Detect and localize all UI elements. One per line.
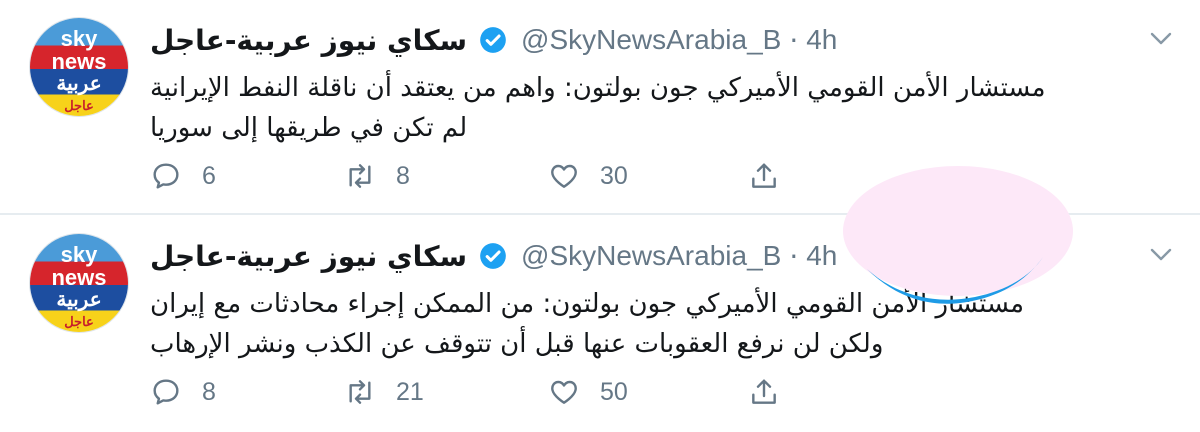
reply-bubble-icon (153, 379, 179, 405)
like-button[interactable]: 50 (548, 372, 628, 412)
chevron-down-icon[interactable] (1150, 246, 1172, 262)
separator: · (789, 23, 799, 57)
reply-bubble-icon (153, 163, 179, 189)
heart-icon (551, 164, 577, 188)
tweet-actions: 8 21 50 (150, 372, 850, 412)
timestamp[interactable]: 4h (806, 240, 837, 272)
timestamp[interactable]: 4h (806, 24, 837, 56)
user-handle[interactable]: @SkyNewsArabia_B (521, 240, 781, 272)
heart-icon (551, 380, 577, 404)
tweet-actions: 6 8 30 (150, 156, 850, 196)
avatar-text: عاجل (64, 98, 94, 113)
avatar-text: sky (60, 242, 98, 267)
avatar-text: عربية (56, 289, 102, 311)
retweet-count: 8 (396, 161, 410, 190)
chevron-down-icon[interactable] (1150, 30, 1172, 46)
retweet-arrows-icon (349, 380, 371, 404)
blue-swoosh-overlay (867, 257, 1043, 304)
reply-button[interactable]: 8 (150, 372, 216, 412)
tweet-text-line: ولكن لن نرفع العقوبات عنها قبل أن تتوقف … (150, 329, 884, 359)
reply-count: 8 (202, 377, 216, 406)
tweet-text: مستشار الأمن القومي الأميركي جون بولتون:… (150, 68, 1184, 148)
like-count: 50 (600, 377, 628, 406)
retweet-button[interactable]: 21 (344, 372, 424, 412)
share-button[interactable] (748, 372, 780, 412)
like-button[interactable]: 30 (548, 156, 628, 196)
user-handle[interactable]: @SkyNewsArabia_B (521, 24, 781, 56)
separator: · (789, 239, 799, 273)
tweet-header: سكاي نيوز عربية-عاجل @SkyNewsArabia_B · … (150, 236, 837, 276)
tweet-text-line: مستشار الأمن القومي الأميركي جون بولتون:… (150, 73, 1046, 103)
like-count: 30 (600, 161, 628, 190)
verified-badge-icon (480, 243, 506, 269)
retweet-arrows-icon (349, 164, 371, 188)
reply-count: 6 (202, 161, 216, 190)
avatar[interactable]: sky news عربية عاجل (30, 18, 128, 116)
avatar[interactable]: sky news عربية عاجل (30, 234, 128, 332)
reply-button[interactable]: 6 (150, 156, 216, 196)
avatar-text: news (51, 49, 107, 74)
share-upload-icon (752, 163, 776, 188)
tweet-header: سكاي نيوز عربية-عاجل @SkyNewsArabia_B · … (150, 20, 837, 60)
tweet-text-line: لم تكن في طريقها إلى سوريا (150, 113, 468, 143)
avatar-text: sky (60, 26, 98, 51)
avatar-text: عربية (56, 73, 102, 95)
retweet-button[interactable]: 8 (344, 156, 410, 196)
display-name[interactable]: سكاي نيوز عربية-عاجل (150, 24, 467, 57)
avatar-text: عاجل (64, 314, 94, 329)
display-name[interactable]: سكاي نيوز عربية-عاجل (150, 240, 467, 273)
share-button[interactable] (748, 156, 780, 196)
avatar-text: news (51, 265, 107, 290)
verified-badge-icon (480, 27, 506, 53)
share-upload-icon (752, 379, 776, 404)
retweet-count: 21 (396, 377, 424, 406)
